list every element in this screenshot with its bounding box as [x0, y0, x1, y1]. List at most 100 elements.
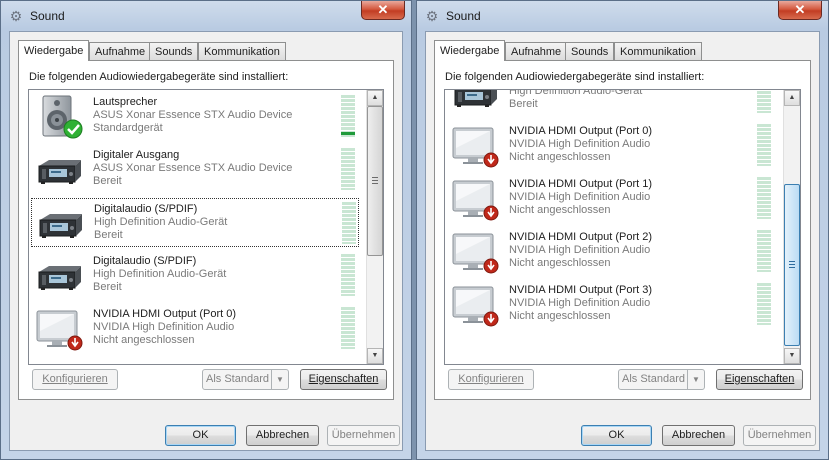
device-status: Bereit — [94, 229, 123, 241]
monitor-unplugged-icon — [451, 230, 499, 274]
properties-label: Eigenschaften — [724, 373, 795, 385]
ok-button[interactable]: OK — [581, 425, 652, 446]
scroll-up-button[interactable]: ▲ — [784, 90, 800, 106]
device-item[interactable]: NVIDIA HDMI Output (Port 2) NVIDIA High D… — [447, 227, 775, 276]
apply-button[interactable]: Übernehmen — [743, 425, 816, 446]
device-item[interactable]: NVIDIA HDMI Output (Port 0) NVIDIA High D… — [31, 304, 359, 353]
volume-meter — [757, 124, 771, 166]
device-item[interactable]: Digitalaudio (S/PDIF)High Definition Aud… — [31, 198, 359, 247]
configure-label: Konfigurieren — [458, 373, 524, 385]
chevron-down-icon[interactable]: ▼ — [271, 370, 288, 389]
device-driver: High Definition Audio-Gerät — [94, 216, 228, 228]
tab-wiedergabe[interactable]: Wiedergabe — [18, 40, 90, 61]
device-status: Bereit — [509, 98, 538, 110]
device-driver: NVIDIA High Definition Audio — [93, 321, 235, 333]
device-status: Nicht angeschlossen — [93, 334, 195, 346]
device-status: Nicht angeschlossen — [509, 151, 611, 163]
device-status: Bereit — [93, 175, 122, 187]
device-name: NVIDIA HDMI Output (Port 0) — [93, 308, 237, 320]
configure-button[interactable]: Konfigurieren — [448, 369, 534, 390]
title-bar[interactable]: ⚙ Sound ✕ — [417, 1, 828, 31]
tab-kommunikation[interactable]: Kommunikation — [198, 42, 286, 60]
device-item[interactable]: Digitaler Ausgang ASUS Xonar Essence STX … — [31, 145, 359, 194]
title-bar[interactable]: ⚙ Sound ✕ — [1, 1, 411, 31]
scroll-down-button[interactable]: ▼ — [784, 348, 800, 364]
tab-wiedergabe[interactable]: Wiedergabe — [434, 40, 506, 61]
set-default-label: Als Standard — [622, 373, 685, 385]
volume-meter — [341, 254, 355, 296]
device-item[interactable]: NVIDIA HDMI Output (Port 1) NVIDIA High D… — [447, 174, 775, 223]
device-driver: ASUS Xonar Essence STX Audio Device — [93, 109, 293, 121]
monitor-unplugged-icon — [451, 124, 499, 168]
device-driver: NVIDIA High Definition Audio — [509, 297, 651, 309]
digital-receiver-icon — [35, 148, 83, 192]
volume-meter — [757, 177, 771, 219]
device-driver: High Definition Audio-Gerät — [509, 89, 643, 97]
intro-text: Die folgenden Audiowiedergabegeräte sind… — [29, 71, 289, 83]
cancel-button[interactable]: Abbrechen — [662, 425, 735, 446]
close-button[interactable]: ✕ — [778, 1, 822, 20]
device-driver: NVIDIA High Definition Audio — [509, 191, 651, 203]
device-item[interactable]: Lautsprecher ASUS Xonar Essence STX Audio… — [31, 92, 359, 141]
volume-meter — [341, 307, 355, 349]
device-list[interactable]: NVIDIA HDMI Output (Port 0) NVIDIA High D… — [28, 89, 384, 365]
cancel-button[interactable]: Abbrechen — [246, 425, 319, 446]
sound-app-icon: ⚙ — [425, 8, 439, 24]
set-default-dropdown[interactable]: Als Standard ▼ — [202, 369, 289, 390]
ok-button[interactable]: OK — [165, 425, 236, 446]
sound-dialog-right: ⚙ Sound ✕ Wiedergabe Aufnahme Sounds Kom… — [416, 0, 829, 460]
set-default-dropdown[interactable]: Als Standard ▼ — [618, 369, 705, 390]
window-title: Sound — [446, 9, 481, 23]
device-item[interactable]: Digitalaudio (S/PDIF)High Definition Aud… — [31, 251, 359, 300]
volume-meter — [341, 95, 355, 137]
dialog-client: Wiedergabe Aufnahme Sounds Kommunikation… — [9, 31, 403, 451]
tab-sounds[interactable]: Sounds — [565, 42, 615, 60]
device-name: Digitalaudio (S/PDIF) — [94, 203, 198, 215]
volume-meter — [757, 90, 771, 113]
volume-meter-level — [341, 132, 355, 135]
sound-app-icon: ⚙ — [9, 8, 23, 24]
scroll-thumb[interactable] — [367, 106, 383, 256]
monitor-unplugged-icon — [451, 283, 499, 327]
sound-dialog-left: ⚙ Sound ✕ Wiedergabe Aufnahme Sounds Kom… — [0, 0, 412, 460]
device-driver: High Definition Audio-Gerät — [93, 268, 227, 280]
device-driver: ASUS Xonar Essence STX Audio Device — [93, 162, 293, 174]
device-driver: NVIDIA High Definition Audio — [509, 138, 651, 150]
device-item[interactable]: NVIDIA HDMI Output (Port 3) NVIDIA High D… — [447, 280, 775, 329]
playback-panel: Die folgenden Audiowiedergabegeräte sind… — [434, 60, 811, 400]
thumb-grip-icon — [372, 177, 378, 184]
device-name: NVIDIA HDMI Output (Port 3) — [509, 284, 653, 296]
tab-aufnahme[interactable]: Aufnahme — [89, 42, 152, 60]
tab-aufnahme[interactable]: Aufnahme — [505, 42, 568, 60]
properties-button[interactable]: Eigenschaften — [716, 369, 803, 390]
scroll-down-button[interactable]: ▼ — [367, 348, 383, 364]
tab-sounds[interactable]: Sounds — [149, 42, 199, 60]
properties-button[interactable]: Eigenschaften — [300, 369, 387, 390]
device-list[interactable]: NVIDIA HDMI Output (Port 3) NVIDIA High D… — [444, 89, 801, 365]
device-status: Nicht angeschlossen — [509, 310, 611, 322]
playback-panel: Die folgenden Audiowiedergabegeräte sind… — [18, 60, 394, 400]
vertical-scrollbar[interactable]: ▲ ▼ — [783, 90, 800, 364]
chevron-down-icon[interactable]: ▼ — [687, 370, 704, 389]
device-item[interactable]: Digitalaudio (S/PDIF)High Definition Aud… — [447, 89, 775, 117]
digital-receiver-icon — [36, 202, 84, 246]
scroll-thumb[interactable] — [784, 184, 800, 346]
device-status: Nicht angeschlossen — [509, 257, 611, 269]
device-status: Nicht angeschlossen — [509, 204, 611, 216]
digital-receiver-icon — [451, 90, 499, 115]
close-button[interactable]: ✕ — [361, 1, 405, 20]
device-name: Digitalaudio (S/PDIF) — [93, 255, 197, 267]
tab-kommunikation[interactable]: Kommunikation — [614, 42, 702, 60]
window-title: Sound — [30, 9, 65, 23]
device-name: NVIDIA HDMI Output (Port 2) — [509, 231, 653, 243]
device-name: Digitaler Ausgang — [93, 149, 180, 161]
device-item[interactable]: NVIDIA HDMI Output (Port 0) NVIDIA High D… — [447, 121, 775, 170]
device-status: Standardgerät — [93, 122, 163, 134]
scroll-up-button[interactable]: ▲ — [367, 90, 383, 106]
configure-button[interactable]: Konfigurieren — [32, 369, 118, 390]
apply-button[interactable]: Übernehmen — [327, 425, 400, 446]
volume-meter — [342, 202, 356, 244]
vertical-scrollbar[interactable]: ▲ ▼ — [366, 90, 383, 364]
properties-label: Eigenschaften — [308, 373, 379, 385]
device-name: NVIDIA HDMI Output (Port 1) — [509, 178, 653, 190]
